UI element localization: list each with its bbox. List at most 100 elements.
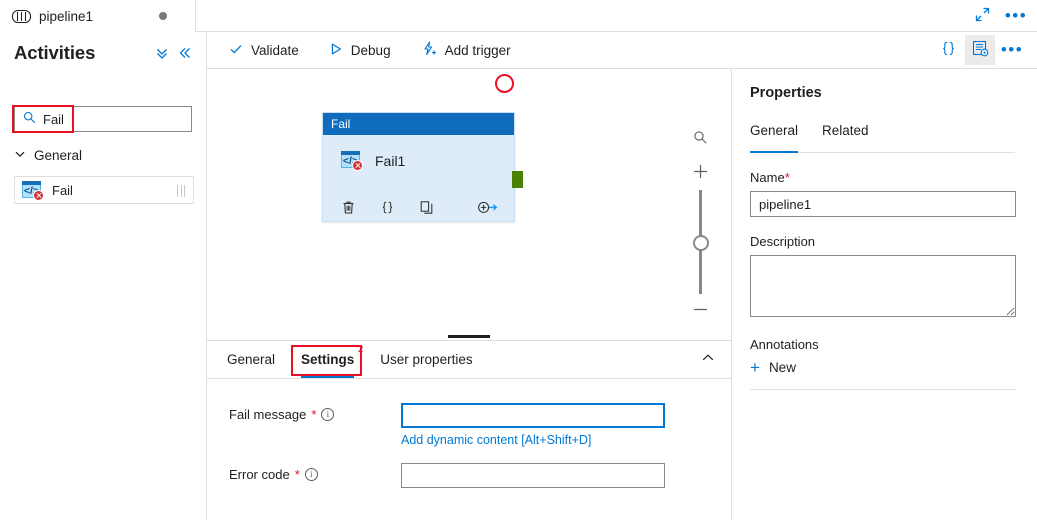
- properties-toggle-button[interactable]: [965, 35, 995, 65]
- collapse-detail-button[interactable]: [701, 351, 715, 365]
- double-chevron-down-icon: [155, 48, 169, 63]
- expand-diagonal-icon: [975, 7, 990, 25]
- settings-form: Fail message * i Add dynamic content [Al…: [207, 379, 731, 488]
- drag-grip-icon[interactable]: [177, 185, 185, 197]
- properties-tab-general-label: General: [750, 123, 799, 138]
- properties-panel-icon: [972, 40, 989, 60]
- command-bar: Validate Debug Add trigger: [207, 32, 731, 69]
- activity-detail-panel: General Settings 2 User properties Fail …: [207, 340, 731, 520]
- header-actions: •••: [967, 0, 1031, 32]
- fail-activity-icon: </>: [22, 180, 44, 201]
- pipeline-name-input[interactable]: [750, 191, 1016, 217]
- debug-button[interactable]: Debug: [325, 36, 395, 64]
- zoom-slider[interactable]: [683, 190, 717, 294]
- tab-strip: pipeline1 •••: [0, 0, 1037, 32]
- header-more-button[interactable]: •••: [1001, 2, 1031, 30]
- activity-search: [14, 106, 192, 132]
- properties-tabs: General Related: [750, 123, 1015, 153]
- chevron-up-icon: [701, 353, 715, 368]
- activity-item-fail[interactable]: </> Fail: [14, 176, 194, 204]
- curly-braces-icon: [380, 201, 395, 218]
- tab-user-properties[interactable]: User properties: [380, 341, 472, 378]
- collapse-all-button[interactable]: [155, 46, 169, 60]
- pipeline-canvas[interactable]: Fail </> Fail1: [207, 69, 731, 337]
- zoom-in-button[interactable]: [683, 156, 717, 190]
- description-label: Description: [750, 234, 816, 249]
- tab-user-properties-label: User properties: [380, 352, 473, 367]
- fail-activity-icon: </>: [341, 151, 363, 171]
- expand-button[interactable]: [967, 2, 997, 30]
- fail-message-label-group: Fail message * i: [229, 403, 401, 422]
- annotations-label: Annotations: [750, 337, 819, 352]
- pipeline-tab[interactable]: pipeline1: [0, 0, 196, 32]
- required-marker: *: [311, 407, 317, 422]
- minus-icon: [692, 301, 709, 321]
- info-icon[interactable]: i: [321, 408, 335, 421]
- add-trigger-button[interactable]: Add trigger: [417, 36, 515, 64]
- plus-icon: +: [750, 357, 760, 377]
- add-output-arrow-icon: [477, 201, 498, 218]
- name-label-group: Name*: [750, 170, 1015, 185]
- field-error-code: Error code * i: [229, 463, 731, 488]
- delete-activity-button[interactable]: [341, 200, 356, 215]
- name-label: Name: [750, 170, 785, 185]
- activity-node-fail1[interactable]: Fail </> Fail1: [322, 112, 523, 223]
- copy-icon: [419, 201, 434, 218]
- zoom-fit-magnifier-icon: [693, 130, 708, 148]
- add-dynamic-content-link[interactable]: Add dynamic content [Alt+Shift+D]: [401, 433, 665, 447]
- zoom-controls: [683, 122, 717, 328]
- add-trigger-label: Add trigger: [444, 42, 511, 58]
- search-input[interactable]: [43, 111, 163, 127]
- activity-node-type-label: Fail: [331, 117, 351, 131]
- unsaved-changes-dot: [159, 12, 167, 20]
- fail-message-label: Fail message: [229, 407, 307, 422]
- activity-node-main: </> Fail1: [323, 135, 514, 171]
- activity-code-button[interactable]: [380, 200, 395, 215]
- panel-resize-handle[interactable]: [207, 332, 731, 340]
- add-output-button[interactable]: [477, 200, 498, 215]
- field-fail-message: Fail message * i Add dynamic content [Al…: [229, 403, 731, 447]
- activity-group-general[interactable]: General: [14, 144, 194, 166]
- clone-activity-button[interactable]: [419, 200, 434, 215]
- curly-braces-icon: [940, 40, 957, 60]
- error-code-label: Error code: [229, 467, 290, 482]
- pipeline-description-textarea[interactable]: [750, 255, 1016, 317]
- lightning-plus-icon: [421, 41, 437, 59]
- tab-settings[interactable]: Settings 2: [301, 341, 363, 378]
- chevron-down-icon: [14, 148, 26, 163]
- tab-settings-label: Settings: [301, 352, 355, 367]
- properties-tab-related-label: Related: [822, 123, 869, 138]
- activity-node-name: Fail1: [375, 152, 406, 169]
- properties-tab-related[interactable]: Related: [822, 123, 869, 152]
- error-code-input[interactable]: [401, 463, 665, 488]
- ellipsis-icon: •••: [1004, 6, 1028, 25]
- fail-message-control: Add dynamic content [Alt+Shift+D]: [401, 403, 665, 447]
- zoom-out-button[interactable]: [683, 294, 717, 328]
- info-icon[interactable]: i: [304, 468, 318, 481]
- properties-pane: Properties General Related Name* Descrip…: [731, 69, 1037, 520]
- tab-general[interactable]: General: [227, 341, 275, 378]
- detail-tabs: General Settings 2 User properties: [207, 341, 731, 379]
- error-code-label-group: Error code * i: [229, 463, 401, 482]
- activity-search-box[interactable]: [14, 106, 192, 132]
- view-code-button[interactable]: [933, 35, 963, 65]
- properties-tab-general[interactable]: General: [750, 123, 799, 153]
- double-chevron-left-icon: [178, 48, 192, 63]
- new-annotation-button[interactable]: + New: [750, 357, 796, 377]
- tab-general-label: General: [227, 352, 276, 367]
- fail-message-input[interactable]: [401, 403, 665, 428]
- activity-node-body: </> Fail1: [323, 135, 514, 223]
- activity-node-actions: [323, 200, 516, 215]
- zoom-fit-button[interactable]: [683, 122, 717, 156]
- collapse-pane-button[interactable]: [178, 46, 192, 60]
- red-circle-annotation: [495, 74, 514, 93]
- zoom-slider-thumb[interactable]: [692, 235, 709, 251]
- activities-pane: Activities Fail General </> Fail: [0, 32, 207, 520]
- canvas-more-button[interactable]: •••: [997, 35, 1027, 65]
- validate-button[interactable]: Validate: [225, 36, 303, 64]
- activity-node-header: Fail: [323, 113, 514, 135]
- required-marker: *: [784, 170, 790, 185]
- success-output-port[interactable]: [512, 171, 523, 188]
- error-code-control: [401, 463, 665, 488]
- required-marker: *: [294, 467, 300, 482]
